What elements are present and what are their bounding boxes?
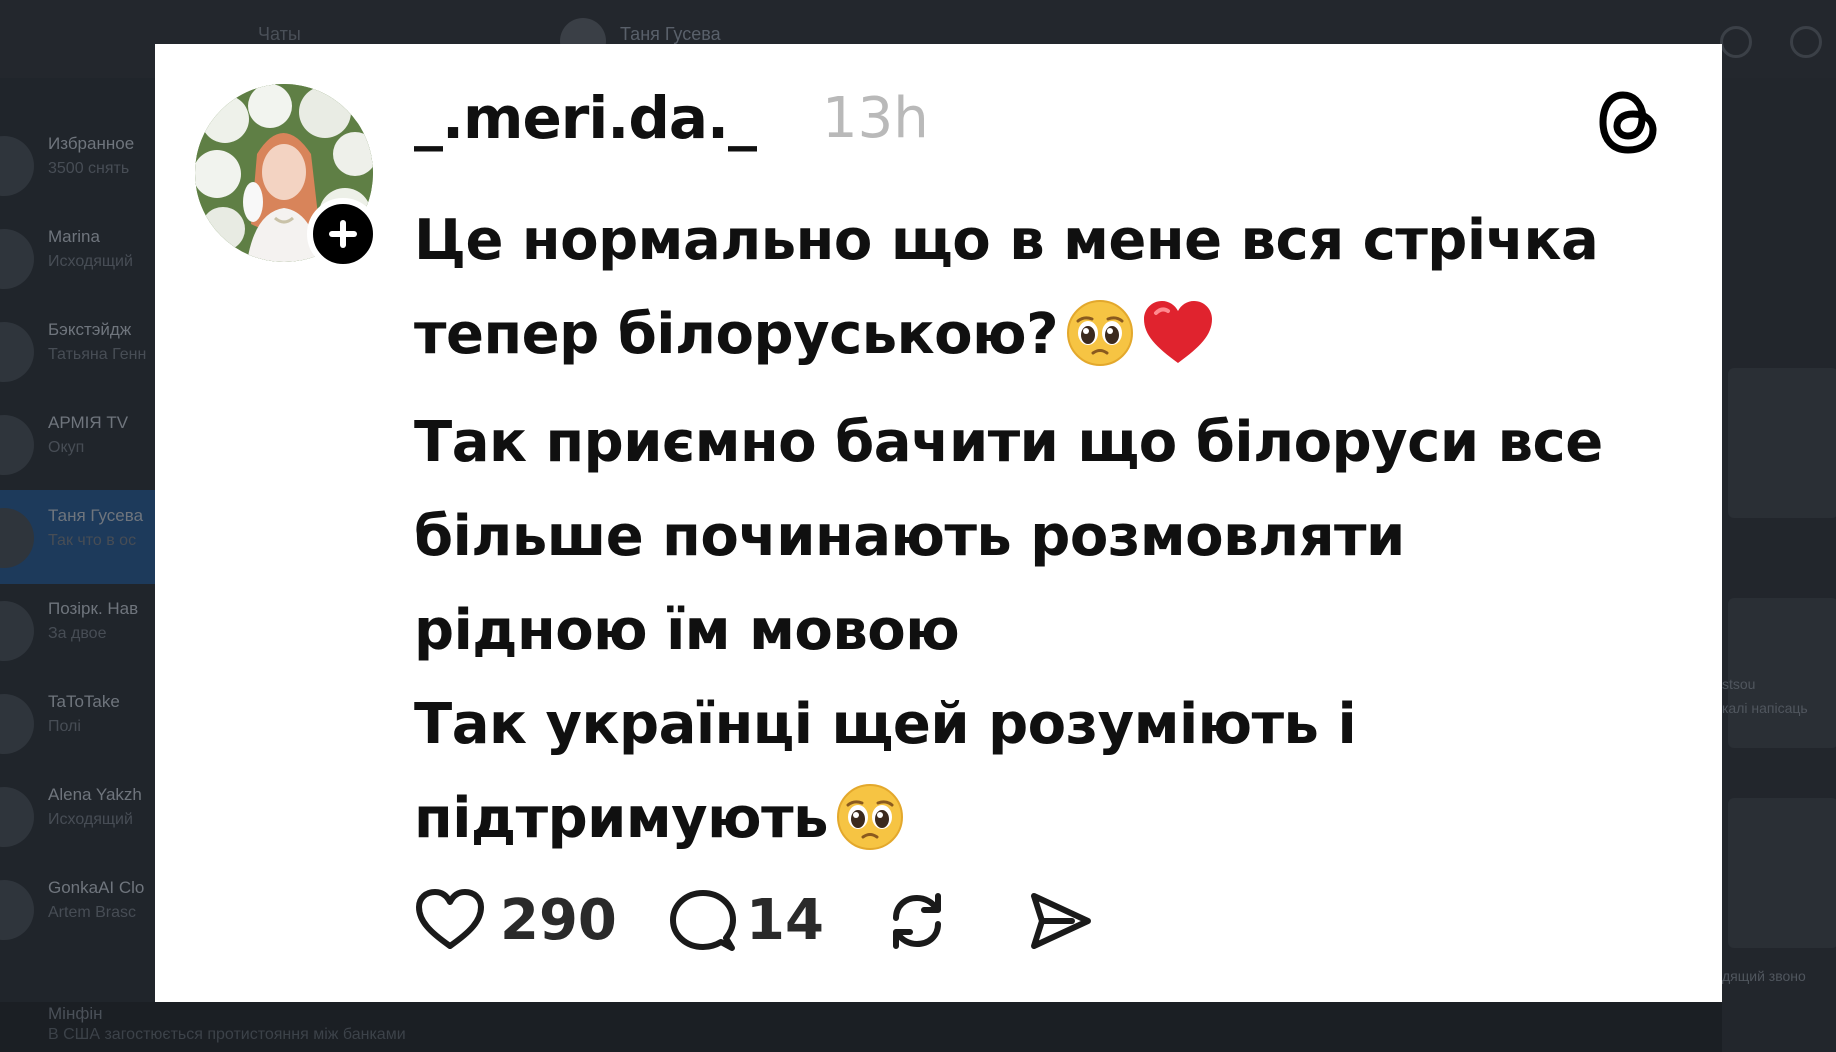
chat-item[interactable]: GonkaAI Clo Artem Brasc (0, 862, 155, 956)
post-text-line: більше починають розмовляти (414, 504, 1405, 569)
chat-list-sidebar: Избранное 3500 снять Marina Исходящий Бэ… (0, 78, 155, 1052)
chat-preview: Окуп (48, 439, 85, 456)
chat-item[interactable]: TaToTake Полі (0, 676, 155, 770)
chat-item[interactable]: Бэкстэйдж Татьяна Генн (0, 304, 155, 398)
search-icon[interactable] (1790, 26, 1822, 58)
chat-avatar (0, 508, 34, 568)
feed-snippet (1728, 798, 1836, 948)
chat-preview: Так что в ос (48, 532, 137, 549)
chat-preview: Исходящий (48, 253, 133, 270)
background-right-panel: stsou калі напісаць дящий звоно (1722, 78, 1836, 1052)
plus-icon (329, 220, 357, 248)
chat-preview: В США загостюється протистояння між банк… (48, 1026, 406, 1043)
active-chat-name: Таня Гусева (620, 24, 721, 44)
chat-name: Alena Yakzh (48, 785, 142, 804)
pleading-face-emoji (836, 783, 904, 880)
chat-avatar (0, 694, 34, 754)
heart-icon (416, 889, 484, 949)
post-body: Це нормально що в мене вся стрічка тепер… (414, 194, 1694, 880)
feed-snippet-text: дящий звоно (1722, 968, 1806, 984)
threads-post-card: _.meri.da._ 13h Це нормально що в мене в… (155, 44, 1722, 1002)
post-text-line-with-emoji: тепер білоруською? (414, 288, 1694, 396)
chat-name: GonkaAI Clo (48, 878, 145, 897)
chat-preview: Татьяна Генн (48, 346, 147, 363)
chat-avatar (0, 415, 34, 475)
chat-item-active[interactable]: Таня Гусева Так что в ос (0, 490, 155, 584)
post-timestamp: 13h (822, 86, 929, 151)
reply-count: 14 (746, 888, 824, 953)
chat-name: Marina (48, 227, 100, 246)
chats-tab-label[interactable]: Чаты (258, 24, 301, 45)
pleading-face-emoji (1066, 299, 1134, 396)
chat-avatar (0, 787, 34, 847)
chat-avatar (0, 601, 34, 661)
chat-item[interactable]: Marina Исходящий (0, 211, 155, 305)
chat-preview: Исходящий (48, 811, 133, 828)
chat-name: Мінфін (48, 1004, 103, 1023)
chat-avatar (0, 880, 34, 940)
chat-name: TaToTake (48, 692, 120, 711)
chat-avatar (0, 136, 34, 196)
chat-name: Позірк. Нав (48, 599, 139, 618)
chat-name: Избранное (48, 134, 135, 153)
post-text-line: Так приємно бачити що білоруси все (414, 410, 1603, 475)
call-icon[interactable] (1720, 26, 1752, 58)
red-heart-emoji (1142, 299, 1214, 396)
chat-name: Бэкстэйдж (48, 320, 132, 339)
follow-button[interactable] (307, 198, 379, 270)
chat-item[interactable]: Позірк. Нав За двое (0, 583, 155, 677)
feed-snippet (1728, 598, 1836, 748)
send-icon (1031, 893, 1091, 949)
chat-preview: 3500 снять (48, 160, 130, 177)
like-count: 290 (500, 888, 617, 953)
chat-preview: За двое (48, 625, 107, 642)
repost-icon (893, 893, 941, 949)
feed-snippet-text: stsou (1722, 676, 1756, 692)
post-text-line: Так українці щей розуміють і (414, 692, 1357, 757)
chat-item[interactable]: АРМІЯ TV Окуп (0, 397, 155, 491)
comment-icon (670, 890, 736, 951)
feed-snippet-text: калі напісаць (1722, 700, 1808, 716)
chat-preview: Artem Brasc (48, 904, 137, 921)
chat-item[interactable]: Избранное 3500 снять (0, 118, 155, 212)
chat-name: АРМІЯ TV (48, 413, 129, 432)
post-text-line: підтримують (414, 786, 828, 851)
author-avatar-group[interactable] (195, 84, 379, 270)
feed-snippet (1728, 368, 1836, 518)
author-username[interactable]: _.meri.da._ (414, 84, 757, 152)
chat-avatar (0, 229, 34, 289)
chat-item[interactable]: Alena Yakzh Исходящий (0, 769, 155, 863)
background-bottom-chat[interactable]: Мінфін В США загостюється протистояння м… (0, 1002, 1836, 1052)
post-text-line: рідною їм мовою (414, 598, 960, 663)
chat-name: Таня Гусева (48, 506, 144, 525)
post-text-line: тепер білоруською? (414, 302, 1059, 367)
chat-avatar (0, 322, 34, 382)
threads-logo-icon (1595, 82, 1663, 162)
chat-preview: Полі (48, 718, 81, 735)
post-text-line-with-emoji: підтримують (414, 772, 1694, 880)
post-text-line: Це нормально що в мене вся стрічка (414, 208, 1599, 273)
post-actions-bar: 290 14 (414, 882, 1314, 962)
